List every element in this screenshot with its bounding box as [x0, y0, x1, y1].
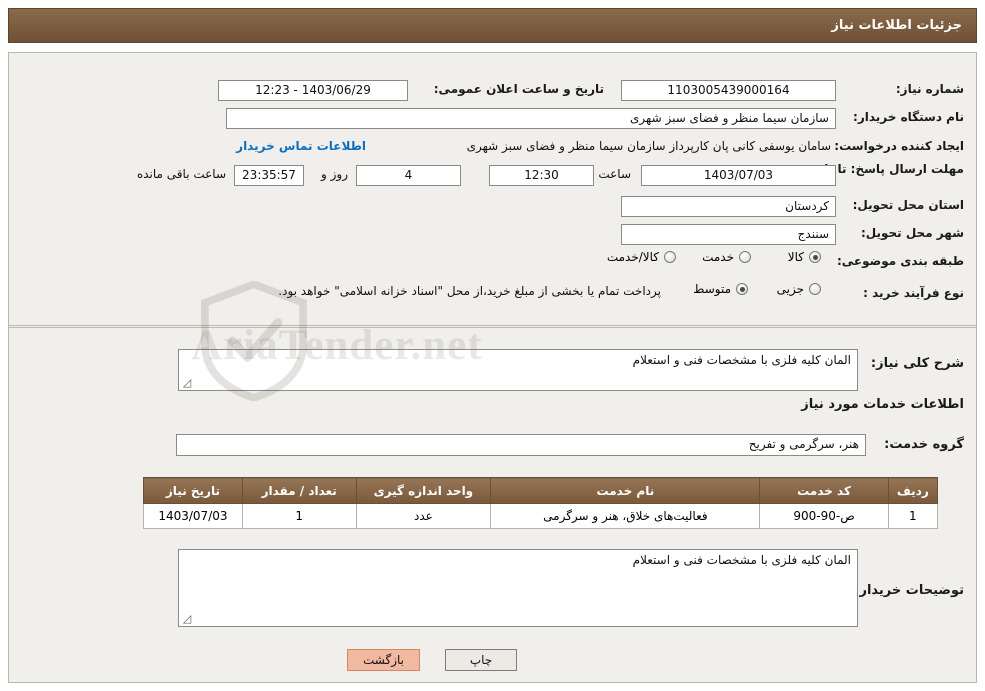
cell-row: 1: [887, 503, 939, 529]
col-unit: واحد اندازه گیری: [355, 477, 492, 504]
announce-datetime-label: تاریخ و ساعت اعلان عمومی:: [433, 82, 604, 96]
city-label: شهر محل تحویل:: [860, 226, 964, 240]
col-name: نام خدمت: [490, 477, 761, 504]
category-label: طبقه بندی موضوعی:: [836, 254, 964, 268]
radio-label: متوسط: [693, 282, 731, 296]
services-table: ردیف کد خدمت نام خدمت واحد اندازه گیری ت…: [143, 477, 939, 529]
radio-category-kala[interactable]: کالا: [788, 250, 821, 264]
table-row: 1 ص-90-900 فعالیت‌های خلاق، هنر و سرگرمی…: [143, 503, 939, 529]
purchase-type-label: نوع فرآیند خرید :: [863, 286, 964, 300]
service-group-value-box[interactable]: هنر، سرگرمی و تفریح: [176, 434, 866, 456]
radio-indicator[interactable]: [809, 283, 821, 295]
page-root: جزئیات اطلاعات نیاز AriaTender.net شماره…: [0, 0, 985, 691]
deadline-hour-label: ساعت: [598, 167, 631, 181]
need-number-value: 1103005439000164: [621, 80, 836, 101]
buyer-org-value: سازمان سیما منظر و فضای سبز شهری: [226, 108, 836, 129]
deadline-hour-value: 12:30: [489, 165, 594, 186]
general-description-value: المان کلیه فلزی با مشخصات فنی و استعلام: [632, 353, 851, 367]
service-group-label: گروه خدمت:: [884, 437, 964, 452]
radio-purchase-motavaset[interactable]: متوسط: [693, 282, 748, 296]
remaining-days-label: روز و: [321, 167, 348, 181]
deadline-date-value: 1403/07/03: [641, 165, 836, 186]
remaining-time-label: ساعت باقی مانده: [136, 167, 226, 181]
radio-label: خدمت: [702, 250, 734, 264]
radio-category-khedmat[interactable]: خدمت: [702, 250, 751, 264]
buyer-notes-label: توضیحات خریدار:: [854, 583, 964, 598]
details-panel: AriaTender.net شماره نیاز: 1103005439000…: [8, 52, 977, 683]
back-button[interactable]: بازگشت: [347, 649, 420, 671]
cell-name: فعالیت‌های خلاق، هنر و سرگرمی: [490, 503, 761, 529]
radio-indicator[interactable]: [809, 251, 821, 263]
need-number-label: شماره نیاز:: [895, 82, 964, 96]
buyer-org-label: نام دستگاه خریدار:: [853, 110, 964, 124]
announce-datetime-value: 1403/06/29 - 12:23: [218, 80, 408, 101]
remaining-time-value: 23:35:57: [234, 165, 304, 186]
requester-label: ایجاد کننده درخواست:: [834, 139, 964, 153]
province-value: کردستان: [621, 196, 836, 217]
print-button[interactable]: چاپ: [445, 649, 517, 671]
services-section-title: اطلاعات خدمات مورد نیاز: [801, 397, 964, 412]
col-date: تاریخ نیاز: [143, 477, 243, 504]
radio-indicator[interactable]: [736, 283, 748, 295]
col-qty: تعداد / مقدار: [241, 477, 357, 504]
section-divider-1: [9, 325, 976, 326]
cell-qty: 1: [241, 503, 357, 529]
radio-label: جزیی: [776, 282, 804, 296]
resize-handle-icon[interactable]: ◺: [181, 376, 193, 389]
province-label: استان محل تحویل:: [852, 198, 964, 212]
col-code: کد خدمت: [759, 477, 889, 504]
deadline-label: مهلت ارسال پاسخ: تا تاریخ:: [799, 162, 964, 176]
city-value: سنندج: [621, 224, 836, 245]
remaining-days-value: 4: [356, 165, 461, 186]
cell-date: 1403/07/03: [143, 503, 243, 529]
buyer-contact-link[interactable]: اطلاعات تماس خریدار: [236, 139, 366, 153]
buyer-notes-value: المان کلیه فلزی با مشخصات فنی و استعلام: [632, 553, 851, 567]
top-info-section: شماره نیاز: 1103005439000164 تاریخ و ساع…: [9, 53, 976, 328]
radio-label: کالا: [787, 250, 804, 264]
resize-handle-icon[interactable]: ◺: [181, 612, 193, 625]
purchase-note: پرداخت تمام یا بخشی از مبلغ خرید،از محل …: [278, 284, 661, 298]
buyer-notes-box[interactable]: المان کلیه فلزی با مشخصات فنی و استعلام …: [178, 549, 858, 627]
service-group-value: هنر، سرگرمی و تفریح: [748, 437, 859, 451]
radio-label: کالا/خدمت: [606, 250, 659, 264]
cell-code: ص-90-900: [759, 503, 889, 529]
radio-purchase-jozei[interactable]: جزیی: [777, 282, 821, 296]
window-titlebar: جزئیات اطلاعات نیاز: [8, 8, 977, 43]
col-row: ردیف: [887, 477, 939, 504]
general-description-label: شرح کلی نیاز:: [870, 356, 964, 371]
page-title: جزئیات اطلاعات نیاز: [831, 18, 962, 33]
radio-indicator[interactable]: [739, 251, 751, 263]
cell-unit: عدد: [355, 503, 492, 529]
table-header-row: ردیف کد خدمت نام خدمت واحد اندازه گیری ت…: [143, 477, 939, 504]
section-divider-2: [9, 327, 976, 328]
radio-category-kala-khedmat[interactable]: کالا/خدمت: [607, 250, 676, 264]
requester-value: سامان یوسفی کانی پان کارپرداز سازمان سیم…: [466, 139, 831, 153]
radio-indicator[interactable]: [664, 251, 676, 263]
general-description-box[interactable]: المان کلیه فلزی با مشخصات فنی و استعلام …: [178, 349, 858, 391]
